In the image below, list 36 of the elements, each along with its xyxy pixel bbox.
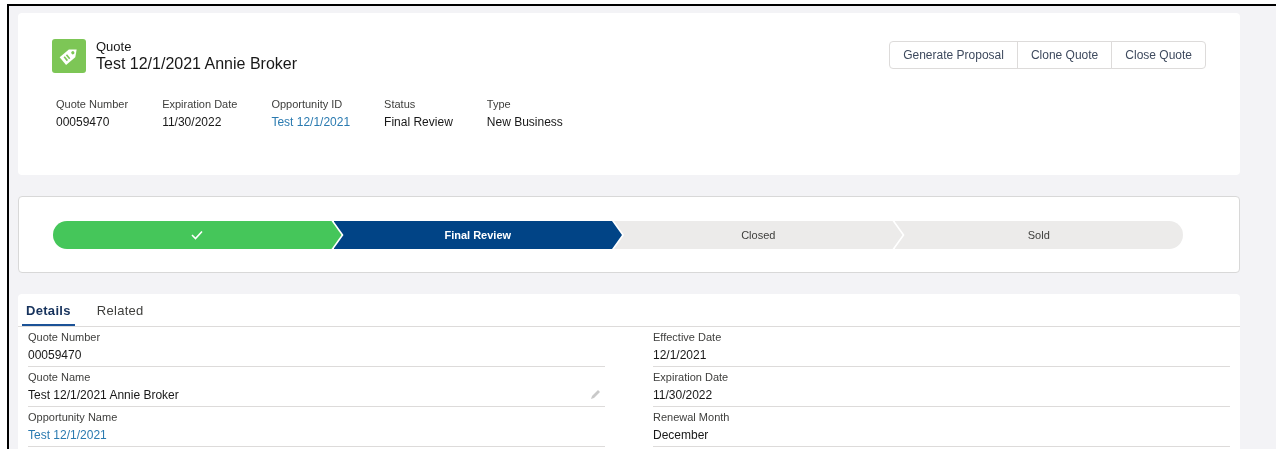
highlight-value: Final Review: [384, 115, 453, 129]
field-value: 11/30/2022: [653, 388, 713, 402]
highlight-label: Opportunity ID: [271, 98, 344, 110]
record-title: Test 12/1/2021 Annie Broker: [96, 55, 298, 73]
path-stage[interactable]: [53, 221, 342, 249]
highlight-link[interactable]: Test 12/1/2021: [271, 115, 351, 129]
highlight-value: 11/30/2022: [162, 115, 223, 129]
field-label: Expiration Date: [653, 371, 730, 383]
price-tag-icon: [52, 39, 86, 73]
action-button[interactable]: Close Quote: [1111, 41, 1206, 69]
field-label: Quote Name: [28, 371, 92, 383]
path-stage[interactable]: Sold: [894, 221, 1183, 249]
field-value: Test 12/1/2021 Annie Broker: [28, 388, 179, 402]
highlight-label: Status: [384, 98, 417, 110]
field-link[interactable]: Test 12/1/2021: [28, 428, 107, 442]
path-stage[interactable]: Final Review: [333, 221, 622, 249]
action-button[interactable]: Generate Proposal: [889, 41, 1018, 69]
field-label: Opportunity Name: [28, 411, 119, 423]
field-label: Renewal Month: [653, 411, 731, 423]
field-label: Quote Number: [28, 331, 102, 343]
action-button[interactable]: Clone Quote: [1016, 41, 1113, 69]
highlight-label: Expiration Date: [162, 98, 238, 110]
check-icon: [191, 230, 204, 240]
field-value: 00059470: [28, 348, 82, 362]
field-value: December: [653, 428, 709, 442]
highlight-label: Type: [486, 98, 512, 110]
highlight-label: Quote Number: [56, 98, 129, 110]
highlight-value: New Business: [486, 115, 563, 129]
tab[interactable]: Related: [96, 294, 144, 326]
path-stage[interactable]: Closed: [614, 221, 903, 249]
highlight-value: 00059470: [56, 115, 111, 129]
object-type: Quote: [96, 39, 133, 54]
field-label: Effective Date: [653, 331, 723, 343]
field-value: 12/1/2021: [653, 348, 707, 362]
tab[interactable]: Details: [22, 294, 75, 326]
pencil-icon[interactable]: [589, 389, 601, 401]
